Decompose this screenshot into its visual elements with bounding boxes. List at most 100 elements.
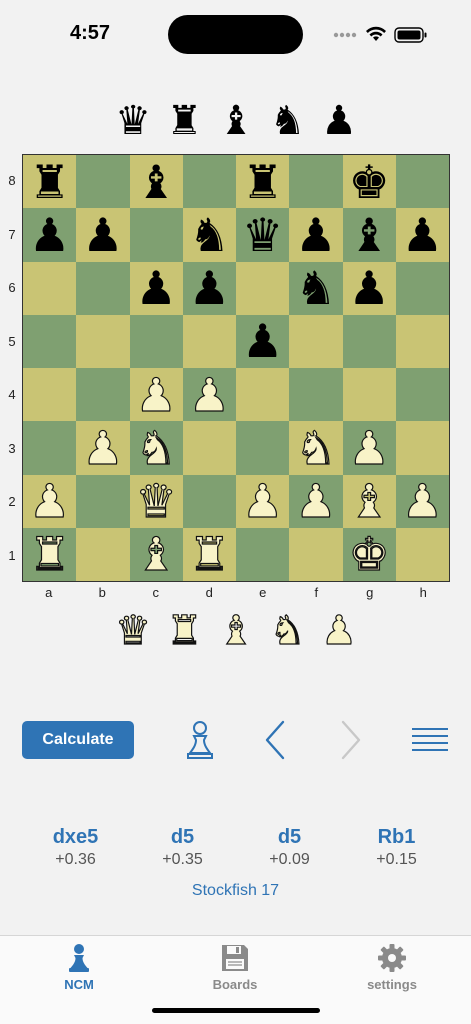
black-pawn-icon[interactable]: ♟ [402, 212, 443, 258]
menu-button[interactable] [408, 718, 452, 762]
square-c4[interactable]: ♟ [129, 368, 183, 422]
white-pawn-icon[interactable]: ♟ [295, 478, 337, 525]
square-d1[interactable]: ♜ [182, 527, 236, 581]
square-d2[interactable] [182, 474, 236, 528]
calculate-button[interactable]: Calculate [22, 721, 134, 759]
square-d6[interactable]: ♟ [182, 261, 236, 315]
square-c8[interactable]: ♝ [129, 155, 183, 209]
tab-settings[interactable]: settings [352, 942, 432, 992]
square-b6[interactable] [76, 261, 130, 315]
white-pawn-icon[interactable]: ♟ [135, 371, 177, 418]
square-c2[interactable]: ♛ [129, 474, 183, 528]
square-g4[interactable] [342, 368, 396, 422]
white-bishop-icon[interactable]: ♝ [135, 531, 177, 578]
black-queen-picker-item[interactable]: ♛ [111, 99, 155, 143]
square-c1[interactable]: ♝ [129, 527, 183, 581]
black-queen-icon[interactable]: ♛ [242, 212, 283, 258]
square-d7[interactable]: ♞ [182, 208, 236, 262]
black-bishop-icon[interactable]: ♝ [136, 159, 177, 205]
square-h7[interactable]: ♟ [395, 208, 449, 262]
black-pawn-icon[interactable]: ♟ [189, 265, 230, 311]
square-g1[interactable]: ♚ [342, 527, 396, 581]
square-e5[interactable]: ♟ [236, 314, 290, 368]
white-pawn-icon[interactable]: ♟ [241, 478, 283, 525]
white-pawn-picker-item[interactable]: ♟ [317, 609, 361, 653]
engine-name[interactable]: Stockfish 17 [0, 882, 471, 900]
square-g3[interactable]: ♟ [342, 421, 396, 475]
square-b2[interactable] [76, 474, 130, 528]
square-h5[interactable] [395, 314, 449, 368]
pawn-toggle-button[interactable] [178, 718, 222, 762]
white-pawn-icon[interactable]: ♟ [348, 424, 390, 471]
engine-line-2[interactable]: d5 +0.35 [129, 826, 236, 869]
black-bishop-icon[interactable]: ♝ [349, 212, 390, 258]
white-pawn-icon[interactable]: ♟ [28, 478, 70, 525]
square-e7[interactable]: ♛ [236, 208, 290, 262]
square-f4[interactable] [289, 368, 343, 422]
black-bishop-picker-item[interactable]: ♝ [214, 99, 258, 143]
white-bishop-icon[interactable]: ♝ [348, 478, 390, 525]
white-pawn-icon[interactable]: ♟ [82, 424, 124, 471]
black-knight-icon[interactable]: ♞ [189, 212, 230, 258]
square-f2[interactable]: ♟ [289, 474, 343, 528]
black-rook-picker-item[interactable]: ♜ [163, 99, 207, 143]
square-a7[interactable]: ♟ [23, 208, 77, 262]
square-g7[interactable]: ♝ [342, 208, 396, 262]
white-rook-icon[interactable]: ♜ [188, 531, 230, 578]
white-rook-icon[interactable]: ♜ [28, 531, 70, 578]
square-h2[interactable]: ♟ [395, 474, 449, 528]
square-f1[interactable] [289, 527, 343, 581]
white-rook-picker-item[interactable]: ♜ [163, 609, 207, 653]
black-pawn-icon[interactable]: ♟ [295, 212, 336, 258]
square-f7[interactable]: ♟ [289, 208, 343, 262]
white-knight-picker-item[interactable]: ♞ [266, 609, 310, 653]
square-a5[interactable] [23, 314, 77, 368]
square-g8[interactable]: ♚ [342, 155, 396, 209]
square-e6[interactable] [236, 261, 290, 315]
black-knight-icon[interactable]: ♞ [295, 265, 336, 311]
square-g2[interactable]: ♝ [342, 474, 396, 528]
engine-line-3[interactable]: d5 +0.09 [236, 826, 343, 869]
previous-move-button[interactable] [254, 718, 298, 762]
black-rook-icon[interactable]: ♜ [242, 159, 283, 205]
square-f3[interactable]: ♞ [289, 421, 343, 475]
square-e8[interactable]: ♜ [236, 155, 290, 209]
white-knight-icon[interactable]: ♞ [135, 424, 177, 471]
square-b8[interactable] [76, 155, 130, 209]
next-move-button[interactable] [328, 718, 372, 762]
square-d4[interactable]: ♟ [182, 368, 236, 422]
square-d3[interactable] [182, 421, 236, 475]
square-a8[interactable]: ♜ [23, 155, 77, 209]
square-c6[interactable]: ♟ [129, 261, 183, 315]
square-h4[interactable] [395, 368, 449, 422]
square-e2[interactable]: ♟ [236, 474, 290, 528]
square-a6[interactable] [23, 261, 77, 315]
tab-ncm[interactable]: NCM [39, 942, 119, 992]
square-f8[interactable] [289, 155, 343, 209]
black-pawn-icon[interactable]: ♟ [82, 212, 123, 258]
square-f6[interactable]: ♞ [289, 261, 343, 315]
square-b1[interactable] [76, 527, 130, 581]
square-a2[interactable]: ♟ [23, 474, 77, 528]
square-g5[interactable] [342, 314, 396, 368]
square-e3[interactable] [236, 421, 290, 475]
square-e1[interactable] [236, 527, 290, 581]
square-h1[interactable] [395, 527, 449, 581]
square-d5[interactable] [182, 314, 236, 368]
square-b7[interactable]: ♟ [76, 208, 130, 262]
black-rook-icon[interactable]: ♜ [29, 159, 70, 205]
square-a4[interactable] [23, 368, 77, 422]
square-d8[interactable] [182, 155, 236, 209]
square-h3[interactable] [395, 421, 449, 475]
white-queen-picker-item[interactable]: ♛ [111, 609, 155, 653]
white-knight-icon[interactable]: ♞ [295, 424, 337, 471]
white-queen-icon[interactable]: ♛ [135, 478, 177, 525]
black-king-icon[interactable]: ♚ [349, 159, 390, 205]
square-g6[interactable]: ♟ [342, 261, 396, 315]
white-pawn-icon[interactable]: ♟ [188, 371, 230, 418]
square-c7[interactable] [129, 208, 183, 262]
square-b5[interactable] [76, 314, 130, 368]
black-pawn-icon[interactable]: ♟ [136, 265, 177, 311]
white-pawn-icon[interactable]: ♟ [401, 478, 443, 525]
square-h6[interactable] [395, 261, 449, 315]
